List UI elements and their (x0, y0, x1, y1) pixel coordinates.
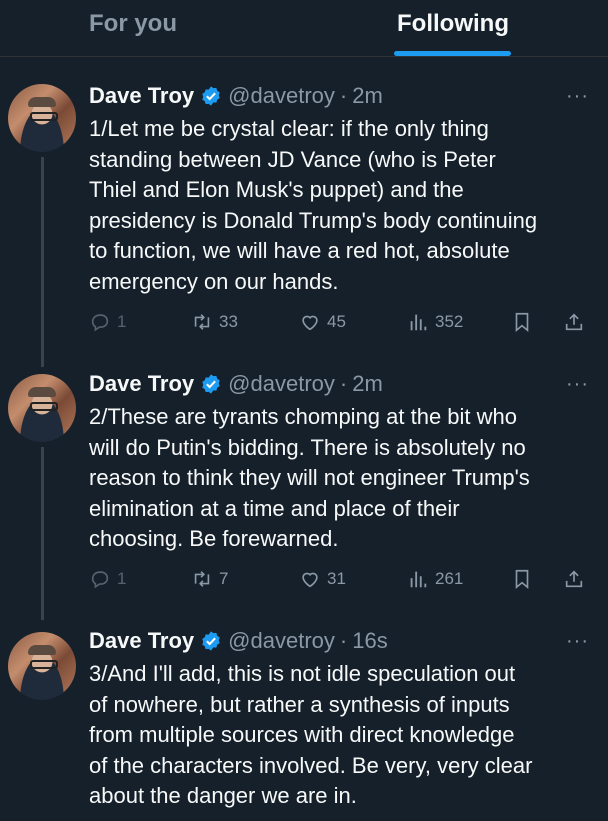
tweet-text-line: reason to think they will not engineer T… (89, 465, 530, 490)
tweet-text-line: 1/Let me be crystal clear: if the only t… (89, 116, 489, 141)
timestamp[interactable]: 2m (352, 83, 383, 109)
thread-connector-line (41, 157, 44, 367)
author-handle[interactable]: @davetroy (228, 628, 335, 654)
tweet-actions: 1 7 31 261 (89, 565, 589, 593)
views-button[interactable]: 261 (407, 565, 463, 593)
tweet-text: 3/And I'll add, this is not idle specula… (89, 659, 589, 812)
tweet-text-line: presidency is Donald Trump's body contin… (89, 207, 538, 233)
retweet-icon (194, 571, 210, 587)
tweet-text-line: of the characters involved. Be very, ver… (89, 752, 533, 778)
tweet-header: Dave Troy @davetroy · 16s (89, 626, 388, 656)
retweet-count: 7 (219, 569, 229, 588)
reply-button[interactable]: 1 (89, 565, 126, 593)
tweet-text-line: 3/And I'll add, this is not idle specula… (89, 661, 516, 686)
more-options-icon[interactable]: ··· (566, 373, 589, 396)
views-chart-icon (410, 314, 427, 331)
tweet-text: 1/Let me be crystal clear: if the only t… (89, 114, 589, 297)
more-options-icon[interactable]: ··· (566, 85, 589, 108)
tweet-text-line: standing between JD Vance (who is Peter (89, 146, 496, 172)
like-button[interactable]: 45 (299, 308, 346, 336)
retweet-button[interactable]: 7 (191, 565, 228, 593)
bookmark-icon (515, 569, 529, 590)
share-button[interactable] (563, 565, 585, 593)
share-button[interactable] (563, 308, 585, 336)
heart-icon (302, 315, 318, 331)
separator-dot: · (339, 371, 348, 396)
share-icon (565, 313, 583, 331)
bookmark-button[interactable] (511, 565, 533, 593)
bookmark-button[interactable] (511, 308, 533, 336)
retweet-icon (194, 314, 210, 330)
tweet-header: Dave Troy @davetroy · 2m (89, 81, 383, 111)
tweet-text-line: elimination at a time and place of their (89, 495, 460, 521)
tweet-text-line: Thiel and Elon Musk's puppet) and the (89, 177, 464, 202)
verified-badge-icon (200, 373, 222, 395)
views-button[interactable]: 352 (407, 308, 463, 336)
avatar[interactable] (8, 632, 76, 700)
reply-icon (91, 314, 109, 332)
tweet-text-line: choosing. Be forewarned. (89, 526, 339, 551)
separator-dot: · (339, 628, 348, 653)
like-count: 45 (327, 312, 346, 331)
more-options-icon[interactable]: ··· (566, 630, 589, 653)
avatar[interactable] (8, 374, 76, 442)
tweet-text-line: 2/These are tyrants chomping at the bit … (89, 404, 518, 429)
share-icon (565, 570, 583, 588)
author-handle[interactable]: @davetroy (228, 83, 335, 109)
reply-icon (91, 571, 109, 589)
retweet-button[interactable]: 33 (191, 308, 238, 336)
timestamp[interactable]: 2m (352, 371, 383, 397)
avatar[interactable] (8, 84, 76, 152)
like-count: 31 (327, 569, 346, 588)
separator-dot: · (339, 83, 348, 108)
author-name[interactable]: Dave Troy (89, 628, 194, 654)
bookmark-icon (515, 312, 529, 333)
tweet-text: 2/These are tyrants chomping at the bit … (89, 402, 589, 555)
views-count: 352 (435, 312, 464, 331)
heart-icon (302, 572, 318, 588)
verified-badge-icon (200, 85, 222, 107)
thread-connector-line (41, 447, 44, 620)
tweet-text-line: to function, we will have a red hot, abs… (89, 238, 510, 263)
views-count: 261 (435, 569, 464, 588)
reply-count: 1 (117, 569, 127, 588)
reply-count: 1 (117, 312, 127, 331)
verified-badge-icon (200, 630, 222, 652)
like-button[interactable]: 31 (299, 565, 346, 593)
tweet-text-line: of nowhere, but rather a synthesis of in… (89, 691, 510, 717)
reply-button[interactable]: 1 (89, 308, 126, 336)
tweet-text-line: will do Putin's bidding. There is absolu… (89, 434, 526, 460)
tweet-text-line: about the danger we are in. (89, 783, 357, 808)
timestamp[interactable]: 16s (352, 628, 387, 654)
tweet-1[interactable]: Dave Troy @davetroy · 2m ··· 1/Let me be… (0, 0, 608, 370)
tweet-actions: 1 33 45 352 (89, 308, 589, 336)
author-name[interactable]: Dave Troy (89, 83, 194, 109)
retweet-count: 33 (219, 312, 238, 331)
author-name[interactable]: Dave Troy (89, 371, 194, 397)
author-handle[interactable]: @davetroy (228, 371, 335, 397)
views-chart-icon (410, 571, 427, 588)
tweet-text-line: from multiple sources with direct knowle… (89, 722, 515, 747)
tweet-text-line: emergency on our hands. (89, 268, 339, 294)
tweet-header: Dave Troy @davetroy · 2m (89, 369, 383, 399)
